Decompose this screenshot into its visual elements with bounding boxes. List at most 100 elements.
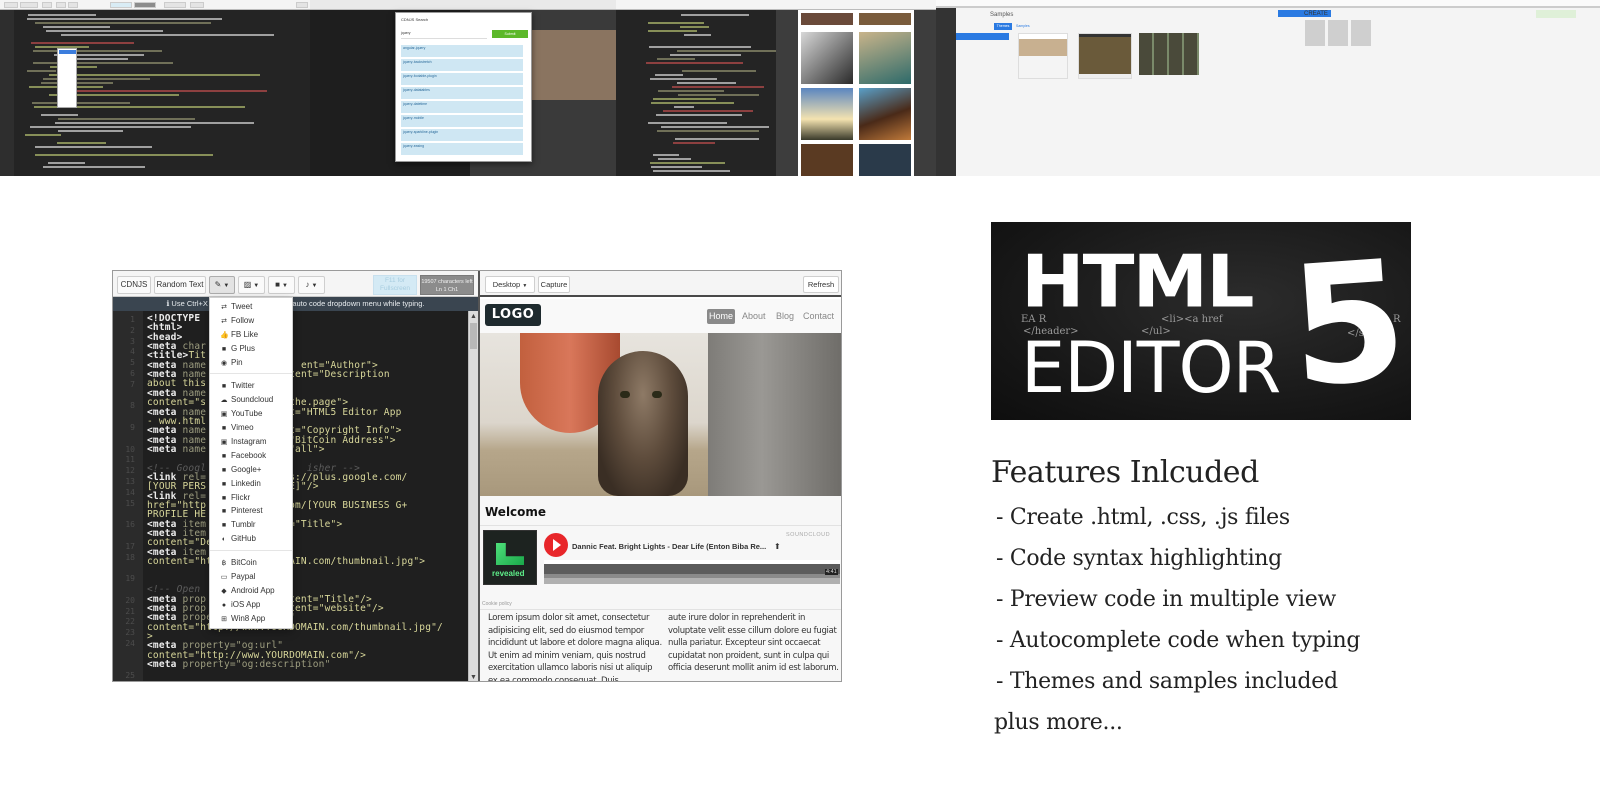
code-editor[interactable]: <!DOCTYPE <html> <head> <meta char <title>Ti… <box>147 311 469 681</box>
line-number: 13 <box>125 477 135 486</box>
menu-item-google[interactable]: ■ Google+ <box>210 463 292 477</box>
section-title: Samples <box>990 12 1014 18</box>
menu-item-win8-app[interactable]: ⊞ Win8 App <box>210 612 292 626</box>
code-line <box>49 74 260 76</box>
soundcloud-logo[interactable]: SOUNDCLOUD <box>786 532 830 538</box>
nav-blog[interactable]: Blog <box>776 309 794 324</box>
play-button[interactable] <box>544 533 568 557</box>
capture-button[interactable]: Capture <box>538 276 570 293</box>
menu-item-follow[interactable]: ⇄ Follow <box>210 314 292 328</box>
gallery-photo <box>801 144 853 176</box>
cdnjs-result-item[interactable]: jquery-backstretch <box>401 59 523 71</box>
menu-item-flickr[interactable]: ■ Flickr <box>210 491 292 505</box>
autocomplete-dropdown[interactable] <box>57 48 77 108</box>
code-line <box>46 30 163 32</box>
code-scrollbar[interactable]: ▲ ▼ <box>468 311 478 681</box>
cookie-policy-link[interactable]: Cookie policy <box>482 601 512 607</box>
code-line <box>35 22 211 24</box>
flickr-icon: ■ <box>221 494 227 502</box>
scroll-down-icon[interactable]: ▼ <box>470 674 477 681</box>
gallery-photo <box>859 144 911 176</box>
audio-dropdown-button[interactable]: ♪ ▼ <box>298 276 325 294</box>
scrollbar-thumb[interactable] <box>470 323 477 349</box>
random-text-button[interactable]: Random Text <box>154 276 206 294</box>
menu-item-android-app[interactable]: ◆ Android App <box>210 584 292 598</box>
menu-item-twitter[interactable]: ■ Twitter <box>210 379 292 393</box>
menu-item-vimeo[interactable]: ■ Vimeo <box>210 421 292 435</box>
thumbnail-toolbar <box>936 0 1248 8</box>
cdnjs-result-item[interactable]: jquery-easing <box>401 143 523 155</box>
download-icon[interactable]: ⬆ <box>774 542 781 551</box>
menu-item-soundcloud[interactable]: ☁ Soundcloud <box>210 393 292 407</box>
cdnjs-result-item[interactable]: jquery-footable-plugin <box>401 73 523 85</box>
code-line <box>43 26 110 28</box>
code-line <box>35 154 213 156</box>
line-number: 16 <box>125 520 135 530</box>
menu-item-bitcoin[interactable]: ฿ BitCoin <box>210 556 292 570</box>
refresh-button[interactable]: Refresh <box>803 276 839 293</box>
create-css-thumb[interactable] <box>1328 20 1348 46</box>
gutter <box>0 10 14 176</box>
cdnjs-button[interactable]: CDNJS <box>117 276 151 294</box>
caret-icon: ▼ <box>522 283 528 289</box>
sample-thumbnail[interactable] <box>1078 33 1132 79</box>
menu-item-fb-like[interactable]: 👍 FB Like <box>210 328 292 342</box>
gallery-photo <box>801 13 853 25</box>
menu-item-pin[interactable]: ◉ Pin <box>210 356 292 370</box>
sample-thumbnail[interactable] <box>1018 33 1068 79</box>
gallery-photo <box>801 32 853 84</box>
cdnjs-submit-button[interactable]: Submit <box>492 30 528 38</box>
mini-button <box>42 2 52 8</box>
instagram-icon: ▣ <box>220 439 228 447</box>
menu-item-ios-app[interactable]: ● iOS App <box>210 598 292 612</box>
tab-samples[interactable]: Samples <box>1016 23 1030 30</box>
menu-item-tweet[interactable]: ⇄ Tweet <box>210 300 292 314</box>
cdnjs-search-input[interactable]: jquery <box>401 31 487 39</box>
video-dropdown-button[interactable]: ■ ▼ <box>268 276 295 294</box>
caret-icon: ▼ <box>253 283 260 289</box>
sidebar-item-samples[interactable] <box>956 33 1009 40</box>
nav-contact[interactable]: Contact <box>803 309 834 324</box>
cdnjs-result-item[interactable]: jquery-datatables <box>401 87 523 99</box>
caret-icon: ▼ <box>281 283 288 289</box>
win8-app-icon: ⊞ <box>221 615 227 623</box>
tab-themes[interactable]: Themes <box>994 23 1012 30</box>
menu-item-label: GitHub <box>231 534 256 544</box>
cdnjs-result-item[interactable]: jquery-mobile <box>401 115 523 127</box>
preview-toolbar: Desktop ▼ Capture Refresh <box>480 271 841 297</box>
thumbnail-toolbar <box>616 0 776 10</box>
twitter-icon: ■ <box>221 383 227 391</box>
nav-about[interactable]: About <box>742 309 766 324</box>
menu-item-tumblr[interactable]: ■ Tumblr <box>210 518 292 532</box>
cdnjs-result-item[interactable]: jquery-sparkline-plugin <box>401 129 523 141</box>
cdnjs-result-item[interactable]: jquery-datetime <box>401 101 523 113</box>
waveform[interactable] <box>544 560 840 584</box>
menu-item-linkedin[interactable]: ■ Linkedin <box>210 477 292 491</box>
track-title[interactable]: Dannic Feat. Bright Lights - Dear Life (… <box>572 542 766 551</box>
image-dropdown-button[interactable]: ▨ ▼ <box>238 276 265 294</box>
cdnjs-result-item[interactable]: angular-jquery <box>401 45 523 57</box>
menu-item-youtube[interactable]: ▣ YouTube <box>210 407 292 421</box>
menu-item-pinterest[interactable]: ■ Pinterest <box>210 504 292 518</box>
share-dropdown-button[interactable]: ✎ ▼ <box>209 276 235 294</box>
create-html-thumb[interactable] <box>1305 20 1325 46</box>
android-app-icon: ◆ <box>221 587 227 595</box>
code-line <box>657 130 759 132</box>
menu-item-github[interactable]: ◐ GitHub <box>210 532 292 546</box>
menu-item-paypal[interactable]: ▭ Paypal <box>210 570 292 584</box>
menu-item-instagram[interactable]: ▣ Instagram <box>210 435 292 449</box>
video-icon: ■ <box>275 280 280 289</box>
menu-item-facebook[interactable]: ■ Facebook <box>210 449 292 463</box>
device-dropdown[interactable]: Desktop ▼ <box>485 276 535 293</box>
menu-item-label: iOS App <box>231 599 261 609</box>
code-line <box>684 34 711 36</box>
create-js-thumb[interactable] <box>1351 20 1371 46</box>
scroll-up-icon[interactable]: ▲ <box>470 313 477 320</box>
fullscreen-button[interactable]: F11 for Fullscreen <box>373 275 417 295</box>
menu-item-g-plus[interactable]: ■ G Plus <box>210 342 292 356</box>
nav-home[interactable]: Home <box>707 309 736 324</box>
site-logo[interactable]: LOGO <box>485 304 541 326</box>
sample-thumbnail[interactable] <box>1139 33 1199 75</box>
code-line <box>674 106 694 108</box>
menu-item-label: Tweet <box>231 302 253 311</box>
